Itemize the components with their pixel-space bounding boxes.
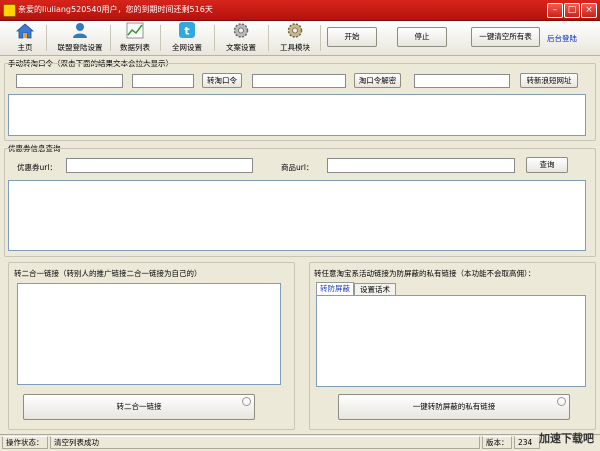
toolbar-separator [320, 25, 321, 51]
minimize-button[interactable]: – [547, 3, 563, 18]
user-icon [73, 23, 87, 38]
gear-icon [287, 23, 303, 38]
watermark-logo: 加速下载吧 [539, 432, 594, 445]
convert-anti-block-button[interactable]: 一键转防屏蔽的私有链接 [338, 394, 570, 420]
status-bar: 操作状态： 清空列表成功 版本： 234 [0, 434, 600, 451]
toolbar-data-list[interactable]: 数据列表 [116, 22, 154, 54]
gear-icon [233, 23, 249, 38]
convert-short-url-button[interactable]: 转新浪短网址 [520, 73, 578, 88]
close-button[interactable]: × [581, 3, 597, 18]
twitter-bird-icon: t [179, 22, 195, 38]
toolbar-separator [160, 25, 161, 51]
tab-set-script[interactable]: 设置话术 [354, 283, 396, 295]
convert-merge-link-button[interactable]: 转二合一链接 [23, 394, 255, 420]
toolbar-alliance-login-label: 联盟登陆设置 [57, 43, 103, 52]
anti-block-textarea[interactable] [316, 295, 586, 387]
merge-section-title: 转二合一链接（转别人的推广链接二合一链接为自己的） [14, 269, 202, 278]
convert-tkl-button[interactable]: 转淘口令 [202, 73, 242, 88]
maximize-button[interactable]: □ [564, 3, 580, 18]
toolbar-separator [268, 25, 269, 51]
gear-icon [242, 397, 251, 406]
toolbar-separator [110, 25, 111, 51]
coupon-result-textarea[interactable] [8, 180, 586, 251]
app-icon [3, 4, 16, 17]
toolbar-separator [46, 25, 47, 51]
admin-login-link[interactable]: 后台登陆 [547, 33, 577, 44]
toolbar-network-settings[interactable]: t 全网设置 [168, 22, 206, 54]
status-message: 清空列表成功 [50, 436, 480, 449]
start-button[interactable]: 开始 [327, 27, 377, 47]
status-label: 操作状态： [2, 436, 48, 449]
version-label: 版本： [482, 436, 512, 449]
manual-input-3[interactable] [252, 74, 346, 88]
merge-textarea[interactable] [17, 283, 281, 385]
toolbar-tool-module-label: 工具模块 [280, 43, 310, 52]
version-value: 234 [514, 436, 540, 449]
clear-all-tables-button[interactable]: 一键清空所有表 [471, 27, 540, 47]
coupon-url-input[interactable] [66, 158, 253, 173]
manual-result-textarea[interactable] [8, 94, 586, 136]
chart-icon [126, 22, 144, 39]
manual-input-2[interactable] [132, 74, 194, 88]
toolbar-data-list-label: 数据列表 [120, 43, 150, 52]
toolbar-copy-settings[interactable]: 文案设置 [222, 22, 260, 54]
svg-text:t: t [184, 25, 189, 38]
home-icon [15, 23, 35, 39]
toolbar-tool-module[interactable]: 工具模块 [276, 22, 314, 54]
toolbar-separator [214, 25, 215, 51]
product-url-label: 商品url： [281, 163, 314, 172]
anti-block-section-title: 转任意淘宝系活动链接为防屏蔽的私有链接（本功能不会取高佣）： [314, 269, 536, 278]
toolbar-home-label: 主页 [17, 43, 33, 52]
manual-input-4[interactable] [414, 74, 510, 88]
product-url-input[interactable] [327, 158, 515, 173]
title-bar[interactable]: 亲爱的liuliang520540用户，您的到期时间还剩516天 – □ × [0, 0, 600, 21]
decode-tkl-button[interactable]: 淘口令解密 [354, 73, 401, 88]
gear-icon [557, 397, 566, 406]
stop-button[interactable]: 停止 [397, 27, 447, 47]
toolbar-home[interactable]: 主页 [10, 22, 40, 54]
window-title: 亲爱的liuliang520540用户，您的到期时间还剩516天 [18, 5, 213, 14]
coupon-url-label: 优惠券url： [17, 163, 57, 172]
manual-input-1[interactable] [16, 74, 123, 88]
tab-anti-block[interactable]: 转防屏蔽 [316, 282, 354, 295]
query-button[interactable]: 查询 [526, 157, 568, 173]
toolbar-alliance-login[interactable]: 联盟登陆设置 [54, 22, 106, 54]
toolbar-copy-settings-label: 文案设置 [226, 43, 256, 52]
toolbar-network-settings-label: 全网设置 [172, 43, 202, 52]
toolbar: 主页 联盟登陆设置 数据列表 t 全网设置 文案设置 工具模块 开始 停止 一键… [0, 21, 600, 56]
